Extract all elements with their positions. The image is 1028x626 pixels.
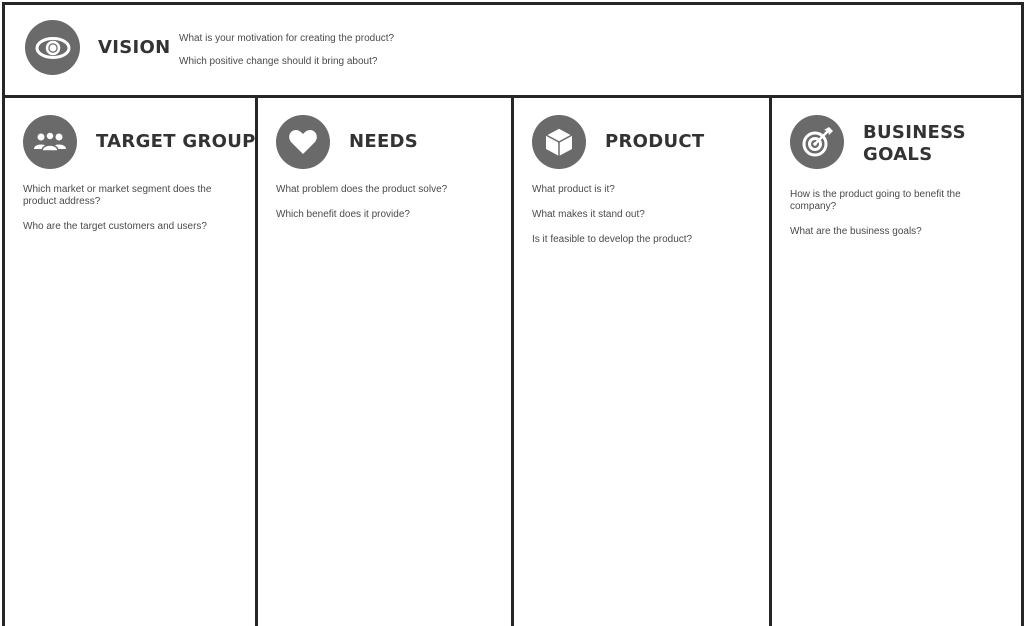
target-group-question-1: Which market or market segment does the …: [23, 184, 212, 207]
product-questions: What product is it? What makes it stand …: [532, 184, 754, 259]
vision-section: VISION What is your motivation for creat…: [5, 5, 1021, 98]
needs-question-2: Which benefit does it provide?: [276, 209, 410, 220]
product-vision-board: VISION What is your motivation for creat…: [2, 2, 1024, 626]
target-group-column: TARGET GROUP Which market or market segm…: [5, 98, 258, 626]
target-group-questions: Which market or market segment does the …: [23, 184, 240, 246]
business-goals-question-2: What are the business goals?: [790, 226, 922, 237]
product-question-2: What makes it stand out?: [532, 209, 645, 220]
needs-questions: What problem does the product solve? Whi…: [276, 184, 496, 234]
board-columns: TARGET GROUP Which market or market segm…: [5, 98, 1021, 626]
box-icon: [532, 115, 586, 169]
business-goals-question-1: How is the product going to benefit the …: [790, 189, 961, 212]
target-group-question-2: Who are the target customers and users?: [23, 221, 207, 232]
vision-question-1: What is your motivation for creating the…: [179, 33, 395, 44]
product-question-3: Is it feasible to develop the product?: [532, 234, 693, 245]
needs-question-1: What problem does the product solve?: [276, 184, 448, 195]
needs-column: NEEDS What problem does the product solv…: [255, 98, 514, 626]
target-group-title: TARGET GROUP: [96, 131, 256, 152]
business-goals-column: BUSINESS GOALS How is the product going …: [769, 98, 1021, 626]
target-icon: [790, 115, 844, 169]
product-title: PRODUCT: [605, 131, 705, 152]
vision-title: VISION: [98, 37, 171, 58]
people-icon: [23, 115, 77, 169]
needs-title: NEEDS: [349, 131, 419, 152]
business-goals-questions: How is the product going to benefit the …: [790, 189, 1003, 251]
eye-icon: [25, 20, 80, 75]
business-goals-title: BUSINESS GOALS: [863, 122, 966, 165]
vision-question-2: Which positive change should it bring ab…: [179, 56, 378, 67]
heart-icon: [276, 115, 330, 169]
product-question-1: What product is it?: [532, 184, 615, 195]
product-column: PRODUCT What product is it? What makes i…: [511, 98, 772, 626]
